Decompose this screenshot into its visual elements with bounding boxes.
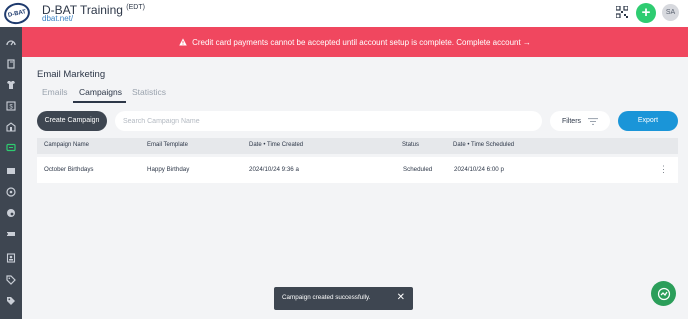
- jersey-icon: [7, 81, 15, 89]
- cell-status: Scheduled: [403, 166, 433, 173]
- palette-icon: [7, 209, 15, 217]
- table-row[interactable]: October Birthdays Happy Birthday 2024/10…: [37, 157, 678, 183]
- tag-ticket-icon: [6, 232, 15, 236]
- sidebar-item-tags[interactable]: [3, 273, 19, 287]
- ticket-icon: [7, 168, 15, 174]
- tab-campaigns[interactable]: Campaigns: [79, 87, 122, 97]
- speedometer-icon: [6, 40, 16, 46]
- setup-alert-banner[interactable]: Credit card payments cannot be accepted …: [22, 27, 688, 57]
- filters-label: Filters: [561, 117, 582, 125]
- column-header-status[interactable]: Status: [402, 142, 419, 148]
- sidebar-item-baseball[interactable]: [3, 185, 19, 199]
- success-toast: Campaign created successfully. ✕: [274, 287, 413, 310]
- sidebar-item-messaging[interactable]: [3, 141, 19, 155]
- qr-code-icon[interactable]: [616, 6, 628, 18]
- table-header: Campaign Name Email Template Date • Time…: [37, 138, 678, 154]
- sidebar-item-facilities[interactable]: [3, 120, 19, 134]
- search-campaign-input[interactable]: [115, 111, 542, 131]
- column-header-date-scheduled[interactable]: Date • Time Scheduled: [453, 142, 514, 148]
- alert-message[interactable]: Credit card payments cannot be accepted …: [192, 38, 531, 47]
- sidebar-item-tickets[interactable]: [3, 164, 19, 178]
- top-header: D-BAT D-BAT Training (EDT) dbat.net/ + S…: [0, 0, 688, 27]
- tags-icon: [7, 297, 15, 305]
- cell-date-created: 2024/10/24 9:36 a: [249, 166, 299, 173]
- toast-close-icon[interactable]: ✕: [397, 292, 405, 304]
- dollar-icon: $: [6, 101, 16, 111]
- filters-button[interactable]: Filters: [550, 111, 610, 131]
- export-button[interactable]: Export: [618, 111, 678, 131]
- buildings-icon: [6, 122, 16, 132]
- column-header-date-created[interactable]: Date • Time Created: [249, 142, 303, 148]
- toast-message: Campaign created successfully.: [282, 294, 371, 301]
- timezone-label: (EDT): [126, 4, 145, 11]
- tab-emails[interactable]: Emails: [42, 87, 68, 97]
- tag-icon: [6, 275, 16, 285]
- chat-icon: [6, 143, 16, 152]
- sidebar-item-jersey[interactable]: [3, 78, 19, 92]
- column-header-email-template[interactable]: Email Template: [147, 142, 188, 148]
- quick-add-button[interactable]: +: [636, 3, 656, 23]
- active-tab-indicator: [73, 101, 126, 103]
- cell-date-scheduled: 2024/10/24 6:00 p: [454, 166, 504, 173]
- org-url-link[interactable]: dbat.net/: [42, 14, 73, 23]
- sidebar: $: [0, 27, 22, 319]
- create-campaign-button[interactable]: Create Campaign: [37, 111, 107, 131]
- baseball-icon: [6, 187, 16, 197]
- dbat-logo[interactable]: D-BAT: [2, 0, 32, 27]
- filter-lines-icon: [588, 117, 599, 125]
- sidebar-item-discounts[interactable]: [3, 294, 19, 308]
- cell-campaign-name: October Birthdays: [44, 166, 94, 173]
- sidebar-item-dashboard[interactable]: [3, 36, 19, 50]
- book-icon: [7, 59, 15, 69]
- sidebar-item-passes[interactable]: [3, 227, 19, 241]
- cell-email-template: Happy Birthday: [147, 166, 190, 173]
- user-avatar[interactable]: SA: [662, 4, 679, 21]
- sidebar-item-contacts[interactable]: [3, 251, 19, 265]
- tab-statistics[interactable]: Statistics: [132, 87, 166, 97]
- sidebar-item-design[interactable]: [3, 206, 19, 220]
- warning-icon: [179, 38, 187, 46]
- help-chat-button[interactable]: [651, 281, 676, 306]
- sidebar-item-book[interactable]: [3, 57, 19, 71]
- column-header-campaign-name[interactable]: Campaign Name: [44, 142, 89, 148]
- row-actions-kebab-icon[interactable]: ⋮: [659, 164, 668, 174]
- contacts-icon: [6, 253, 16, 263]
- hand-support-icon: [657, 287, 670, 300]
- page-title: Email Marketing: [37, 69, 106, 80]
- sidebar-item-billing[interactable]: $: [3, 99, 19, 113]
